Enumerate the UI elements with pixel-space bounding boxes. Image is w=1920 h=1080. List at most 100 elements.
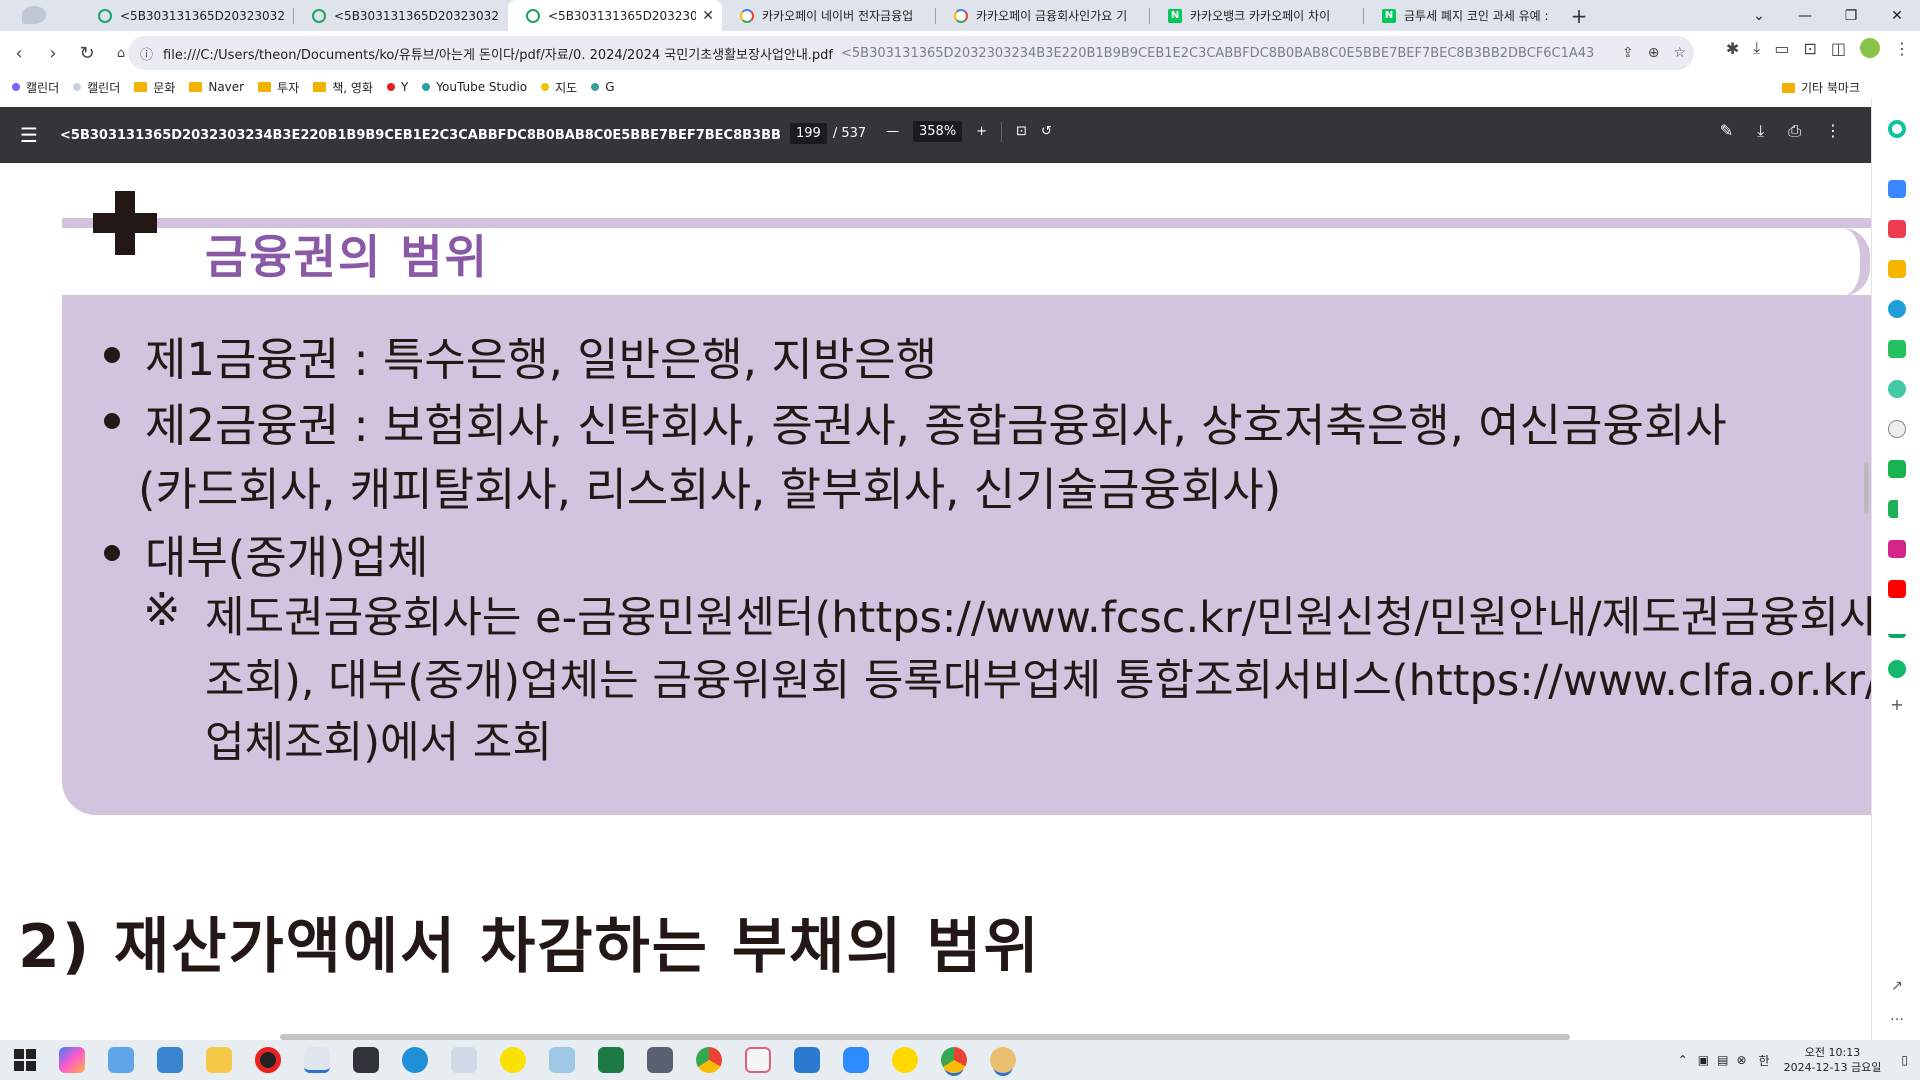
mute-icon[interactable]: ⊗ [1736, 1053, 1746, 1067]
ime-indicator[interactable]: 한 [1759, 1052, 1770, 1069]
bookmark-map[interactable]: 지도 [541, 79, 577, 96]
forward-button[interactable]: › [38, 39, 68, 69]
menu-icon[interactable]: ☰ [20, 123, 44, 147]
tab-search-icon[interactable]: ⌄ [1736, 0, 1782, 31]
tab-7[interactable]: N 금투세 폐지 코인 과세 유예 : [1364, 0, 1564, 31]
pocket-icon[interactable] [1888, 220, 1906, 238]
davinci-icon[interactable] [353, 1047, 379, 1073]
notification-icon[interactable]: ▯ [1901, 1053, 1908, 1067]
bookmark-y[interactable]: Y [386, 80, 408, 94]
copilot-icon[interactable] [1888, 120, 1906, 138]
back-button[interactable]: ‹ [4, 39, 34, 69]
edge-icon[interactable] [402, 1047, 428, 1073]
bot-icon[interactable] [1888, 420, 1906, 438]
rotate-icon[interactable]: ↺ [1041, 124, 1052, 139]
extensions-icon[interactable]: ✱ [1726, 39, 1739, 58]
chrome-icon[interactable] [696, 1047, 722, 1073]
tab-4[interactable]: 카카오페이 네이버 전자금융업 [722, 0, 936, 31]
site-info-icon[interactable]: ⓘ [140, 44, 153, 63]
copilot-icon[interactable] [59, 1047, 85, 1073]
owl-icon[interactable] [990, 1047, 1016, 1073]
restore-button[interactable]: ❐ [1828, 0, 1874, 31]
more-icon[interactable]: … [1888, 1008, 1906, 1026]
bookmark-g[interactable]: G [591, 80, 615, 94]
file-explorer-icon[interactable] [206, 1047, 232, 1073]
bookmark-label: G [605, 80, 615, 94]
browser-bird-icon[interactable] [304, 1047, 330, 1073]
zoom-out-button[interactable]: — [886, 124, 899, 139]
other-bookmarks[interactable]: 기타 북마크 [1781, 79, 1860, 96]
bookmark-youtube-studio[interactable]: YouTube Studio [422, 80, 527, 94]
mail-icon[interactable] [1888, 180, 1906, 198]
excel-icon[interactable] [598, 1047, 624, 1073]
chatgpt-icon[interactable] [1888, 380, 1906, 398]
youtube-icon[interactable] [1888, 580, 1906, 598]
line-icon[interactable] [1888, 460, 1906, 478]
zoom-value[interactable]: 358% [913, 121, 963, 142]
new-tab-button[interactable]: + [1564, 0, 1594, 31]
widget-icon[interactable] [157, 1047, 183, 1073]
screenshot-icon[interactable]: ⊡ [1803, 39, 1816, 58]
bookmark-folder-invest[interactable]: 투자 [258, 79, 299, 96]
more-icon[interactable]: ⋮ [1825, 121, 1841, 141]
reload-button[interactable]: ↻ [72, 39, 102, 69]
bookmark-folder-books[interactable]: 책, 영화 [313, 79, 373, 96]
record-icon[interactable] [255, 1047, 281, 1073]
sticky-icon[interactable] [549, 1047, 575, 1073]
close-tab-icon[interactable]: ✕ [702, 8, 714, 24]
start-button[interactable] [14, 1049, 36, 1071]
shopping-icon[interactable] [1888, 660, 1906, 678]
star-icon[interactable] [1888, 260, 1906, 278]
tray-chevron-icon[interactable]: ⌃ [1678, 1053, 1688, 1067]
instagram-icon[interactable] [1888, 540, 1906, 558]
close-window-button[interactable]: ✕ [1874, 0, 1920, 31]
bookmark-folder-culture[interactable]: 문화 [134, 79, 175, 96]
zoom-icon[interactable] [843, 1047, 869, 1073]
external-link-icon[interactable]: ↗ [1888, 978, 1906, 996]
download-icon[interactable]: ⤓ [1757, 121, 1764, 141]
task-view-icon[interactable] [108, 1047, 134, 1073]
whatsapp-icon[interactable] [1888, 340, 1906, 358]
browser-window: <5B303131365D2032303234B <5B303131365D20… [0, 0, 1920, 1080]
tab-5[interactable]: 카카오페이 금융회사인가요 기 [936, 0, 1150, 31]
download-icon[interactable]: ⤓ [1753, 38, 1760, 58]
play-store-icon[interactable] [1888, 500, 1906, 518]
notepad-icon[interactable] [451, 1047, 477, 1073]
sidebar-icon[interactable]: ◫ [1831, 39, 1846, 58]
display-icon[interactable]: ▤ [1717, 1053, 1728, 1067]
paint-icon[interactable] [745, 1047, 771, 1073]
vertical-scrollbar[interactable] [1864, 463, 1869, 513]
share-icon[interactable]: ⇪ [1622, 45, 1634, 61]
profile-avatar[interactable] [1860, 38, 1880, 58]
pdf-title: <5B303131365D2032303234B3E220B1B9B9CEB1E… [60, 127, 780, 143]
print-icon[interactable]: ⎙ [1788, 121, 1801, 141]
bookmark-calendar-2[interactable]: 캘린더 [73, 79, 120, 96]
wave-icon[interactable] [1888, 620, 1906, 638]
tab-3-active[interactable]: <5B303131365D20323032 ✕ [508, 0, 722, 31]
add-icon[interactable]: + [1888, 696, 1906, 714]
annotate-pen-icon[interactable]: ✎ [1720, 121, 1733, 141]
chrome-active-icon[interactable] [941, 1047, 967, 1073]
clock[interactable]: 오전 10:13 2024-12-13 금요일 [1784, 1045, 1882, 1075]
store-icon[interactable] [794, 1047, 820, 1073]
calculator-icon[interactable] [647, 1047, 673, 1073]
minimize-button[interactable]: — [1782, 0, 1828, 31]
network-icon[interactable]: ▣ [1698, 1053, 1709, 1067]
page-number-input[interactable]: 199 [790, 123, 827, 144]
edge-icon[interactable] [1888, 300, 1906, 318]
bookmark-star-icon[interactable]: ☆ [1673, 45, 1686, 61]
fit-page-icon[interactable]: ⊡ [1016, 124, 1027, 139]
kakaotalk-icon[interactable] [500, 1047, 526, 1073]
bookmark-calendar-1[interactable]: 캘린더 [12, 79, 59, 96]
tab-1[interactable]: <5B303131365D2032303234B [80, 0, 294, 31]
bookmark-folder-naver[interactable]: Naver [189, 80, 244, 94]
tab-2[interactable]: <5B303131365D2032303234B [294, 0, 508, 31]
more-menu-icon[interactable]: ⋮ [1894, 39, 1910, 58]
address-bar[interactable]: ⓘ file:///C:/Users/theon/Documents/ko/유튜… [128, 36, 1694, 70]
tab-6[interactable]: N 카카오뱅크 카카오페이 차이 [1150, 0, 1364, 31]
note-line-1: 제도권금융회사는 e-금융민원센터(https://www.fcsc.kr/민원… [205, 593, 1871, 643]
media-icon[interactable]: ▭ [1774, 39, 1789, 58]
zoom-in-button[interactable]: + [976, 124, 987, 139]
player-icon[interactable] [892, 1047, 918, 1073]
zoom-icon[interactable]: ⊕ [1648, 45, 1660, 61]
